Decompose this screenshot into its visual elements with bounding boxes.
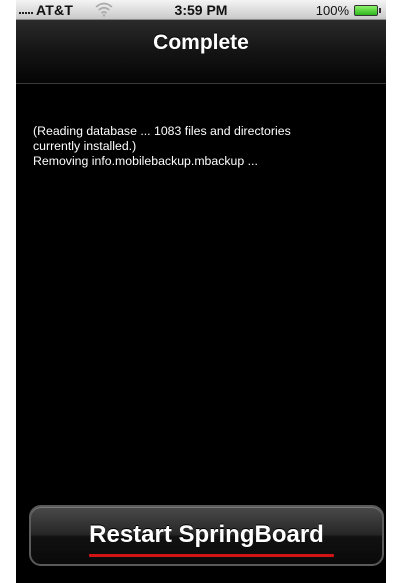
restart-button-label: Restart SpringBoard (89, 521, 324, 548)
device-screen: AT&T 3:59 PM 100% Complete (Reading data… (16, 0, 386, 583)
battery-percent: 100% (315, 3, 349, 18)
log-line: currently installed.) (33, 139, 137, 153)
navigation-bar: Complete (16, 20, 386, 84)
restart-label-underline (89, 554, 334, 557)
battery-icon (354, 5, 381, 16)
page-title: Complete (153, 31, 249, 54)
log-line: (Reading database ... 1083 files and dir… (33, 124, 291, 138)
log-line: Removing info.mobilebackup.mbackup ... (33, 154, 258, 168)
restart-springboard-button[interactable]: Restart SpringBoard (29, 505, 384, 566)
install-log: (Reading database ... 1083 files and dir… (33, 124, 373, 169)
status-bar: AT&T 3:59 PM 100% (16, 0, 386, 20)
